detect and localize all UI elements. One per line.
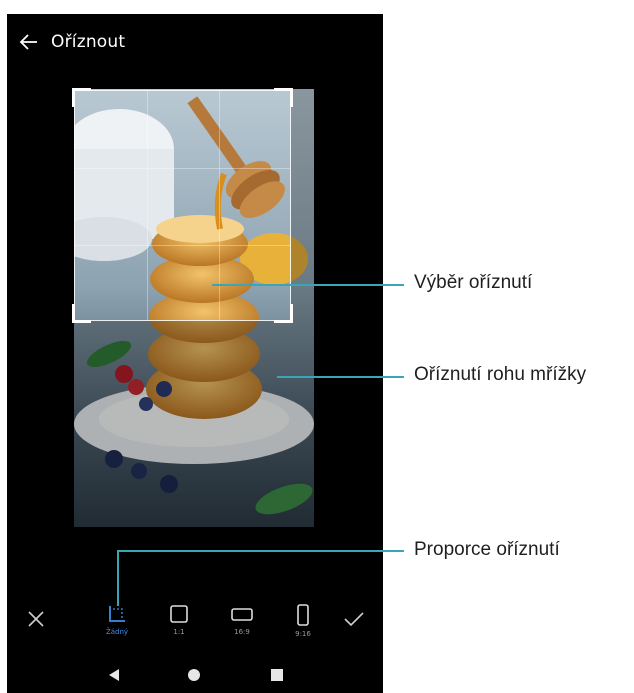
crop-corner-handle[interactable] <box>274 88 293 107</box>
ratio-label: 1:1 <box>173 628 185 636</box>
callout-crop-selection: Výběr oříznutí <box>414 272 533 293</box>
ratio-label: 9:16 <box>295 630 311 638</box>
crop-corner-handle[interactable] <box>72 304 91 323</box>
callout-grid-corner: Oříznutí rohu mřížky <box>414 364 587 385</box>
nav-recents-icon[interactable] <box>271 669 283 681</box>
crop-selection-frame[interactable] <box>72 88 293 323</box>
crop-corner-handle[interactable] <box>72 88 91 107</box>
back-button[interactable] <box>7 14 51 70</box>
leader-line-grid-corner <box>277 376 404 378</box>
leader-line-crop-ratio-vertical <box>117 550 119 606</box>
crop-corner-handle[interactable] <box>274 304 293 323</box>
check-icon <box>344 612 364 627</box>
ratio-option-free[interactable]: Žádný <box>92 604 142 654</box>
cancel-button[interactable] <box>11 610 61 660</box>
leader-line-crop-ratio <box>117 550 404 552</box>
callout-crop-ratio: Proporce oříznutí <box>414 539 560 560</box>
top-bar: Oříznout <box>7 14 383 70</box>
crop-toolbar: Žádný 1:1 16:9 9:16 <box>7 604 383 654</box>
square-ratio-icon <box>170 605 188 623</box>
back-arrow-icon <box>19 34 37 50</box>
portrait-ratio-icon <box>297 604 309 626</box>
page-title: Oříznout <box>51 32 126 52</box>
grid-line <box>75 168 290 169</box>
leader-line-crop-selection <box>212 284 404 286</box>
ratio-option-16-9[interactable]: 16:9 <box>217 604 267 654</box>
landscape-ratio-icon <box>231 608 253 621</box>
nav-back-icon[interactable] <box>107 668 121 682</box>
ratio-label: Žádný <box>105 628 129 636</box>
grid-line <box>147 91 148 320</box>
ratio-label: 16:9 <box>234 628 250 636</box>
confirm-button[interactable] <box>329 610 379 660</box>
free-crop-icon <box>109 606 125 622</box>
ratio-option-9-16[interactable]: 9:16 <box>278 604 328 654</box>
ratio-option-1-1[interactable]: 1:1 <box>154 604 204 654</box>
grid-line <box>75 245 290 246</box>
nav-home-icon[interactable] <box>187 668 201 682</box>
system-nav-bar <box>7 657 383 693</box>
phone-screen: Oříznout Žádný 1:1 16:9 9:16 <box>7 14 383 693</box>
close-icon <box>28 611 44 627</box>
